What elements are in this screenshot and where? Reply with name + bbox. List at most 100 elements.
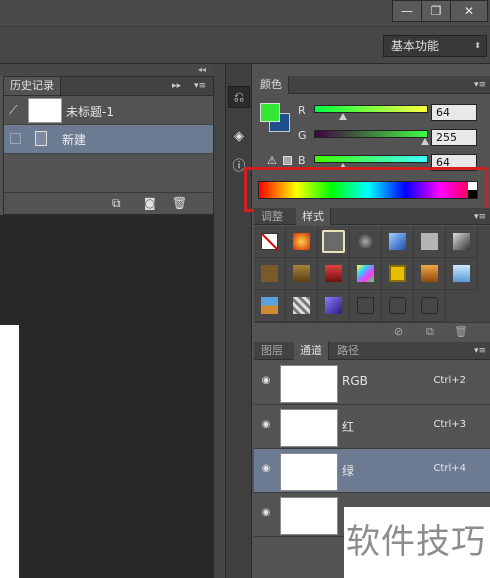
red-slider-thumb[interactable] xyxy=(339,113,347,120)
new-style-icon[interactable]: ⧉ xyxy=(426,325,434,339)
restore-button[interactable]: ❐ xyxy=(421,0,451,22)
eye-icon[interactable]: ◉ xyxy=(260,463,272,475)
workspace-select[interactable]: 基本功能 ⬍ xyxy=(383,35,487,57)
foreground-color-swatch[interactable] xyxy=(260,103,280,122)
minimize-button[interactable]: — xyxy=(392,0,422,22)
history-source-checkbox[interactable] xyxy=(10,133,21,144)
history-collapse-icon[interactable]: ▸▸ xyxy=(172,77,181,95)
tab-paths[interactable]: 路径 xyxy=(332,342,364,360)
channels-tab-row: 图层 通道 路径 ▾≡ xyxy=(254,342,490,360)
channel-row-rgb[interactable]: ◉ RGB Ctrl+2 xyxy=(254,361,490,405)
style-swatch[interactable] xyxy=(254,258,286,290)
style-swatch[interactable] xyxy=(382,290,414,322)
tab-styles[interactable]: 样式 xyxy=(296,208,331,225)
document-canvas-area[interactable] xyxy=(0,215,214,578)
eye-icon[interactable]: ◉ xyxy=(260,507,272,519)
channel-r-label: R xyxy=(298,104,306,117)
style-swatch[interactable] xyxy=(446,226,478,258)
panel-icon-strip: ⎌ ◈ ⓘ xyxy=(226,64,252,578)
style-swatch[interactable] xyxy=(318,290,350,322)
color-tab-row: 颜色 ▾≡ xyxy=(254,76,490,94)
channel-thumbnail xyxy=(280,453,338,491)
style-none[interactable] xyxy=(254,226,286,258)
channel-row-green[interactable]: ◉ 绿 Ctrl+4 xyxy=(254,449,490,493)
style-swatch[interactable] xyxy=(286,226,318,258)
document-canvas[interactable] xyxy=(0,325,19,578)
channel-thumbnail xyxy=(280,497,338,535)
red-value-input[interactable]: 64 xyxy=(431,104,477,121)
green-value-input[interactable]: 255 xyxy=(431,129,477,146)
new-document-from-state-icon[interactable]: ⧉ xyxy=(112,196,126,210)
history-state-row[interactable]: 新建 xyxy=(4,125,213,154)
history-snapshot-row[interactable]: ⟋ 未标题-1 xyxy=(4,96,213,125)
green-slider-thumb[interactable] xyxy=(421,138,429,145)
snapshot-thumbnail xyxy=(28,98,62,123)
style-swatch[interactable] xyxy=(286,258,318,290)
tab-layers[interactable]: 图层 xyxy=(256,342,288,360)
highlight-box xyxy=(244,167,488,212)
watermark-text: 软件技巧 xyxy=(346,522,486,562)
style-swatch[interactable] xyxy=(254,290,286,322)
styles-footer: ⊘ ⧉ 🗑 xyxy=(254,322,490,340)
trash-icon[interactable]: 🗑 xyxy=(454,325,468,338)
workspace-label: 基本功能 xyxy=(391,39,440,53)
eye-icon[interactable]: ◉ xyxy=(260,419,272,431)
trash-icon[interactable]: 🗑 xyxy=(172,196,187,210)
channel-row-red[interactable]: ◉ 红 Ctrl+3 xyxy=(254,405,490,449)
channel-name: 绿 xyxy=(342,464,355,478)
channel-name: RGB xyxy=(342,374,368,388)
history-brush-icon[interactable]: ⟋ xyxy=(9,103,23,117)
red-slider-track[interactable] xyxy=(314,105,428,113)
gamut-warning-icon[interactable]: ⚠ xyxy=(267,154,277,167)
channel-shortcut: Ctrl+2 xyxy=(433,375,466,386)
channel-thumbnail xyxy=(280,409,338,447)
styles-tab-row: 调整 样式 ▾≡ xyxy=(254,208,490,225)
style-swatch[interactable] xyxy=(350,258,382,290)
history-item-label: 未标题-1 xyxy=(66,105,114,119)
history-item-label: 新建 xyxy=(62,133,87,147)
channel-shortcut: Ctrl+3 xyxy=(433,419,466,430)
close-button[interactable]: ✕ xyxy=(450,0,488,22)
green-slider-track[interactable] xyxy=(314,130,428,138)
tab-channels[interactable]: 通道 xyxy=(294,342,329,360)
style-swatch[interactable] xyxy=(382,258,414,290)
style-swatch[interactable] xyxy=(446,258,478,290)
panel-menu-icon[interactable]: ▾≡ xyxy=(474,76,486,94)
panel-menu-icon[interactable]: ▾≡ xyxy=(474,342,486,360)
snapshot-camera-icon[interactable]: ◙ xyxy=(144,196,158,210)
document-icon xyxy=(35,131,47,146)
left-dock-header xyxy=(0,64,214,76)
history-tab-row: 历史记录 ▸▸ ▾≡ xyxy=(4,77,213,96)
styles-grid xyxy=(254,226,490,322)
style-swatch[interactable] xyxy=(318,258,350,290)
panel-menu-icon[interactable]: ▾≡ xyxy=(194,77,206,95)
style-swatch[interactable] xyxy=(414,290,446,322)
dock-separator[interactable] xyxy=(214,64,226,578)
style-swatch[interactable] xyxy=(350,290,382,322)
blue-slider-track[interactable] xyxy=(314,155,428,163)
collapse-left-icon[interactable]: ◂◂ xyxy=(198,64,214,76)
eye-icon[interactable]: ◉ xyxy=(260,375,272,387)
style-swatch[interactable] xyxy=(286,290,318,322)
style-swatch[interactable] xyxy=(318,226,350,258)
channel-name: 红 xyxy=(342,420,355,434)
tab-color[interactable]: 颜色 xyxy=(254,76,289,94)
style-swatch[interactable] xyxy=(414,226,446,258)
channel-b-label: B xyxy=(298,154,306,167)
clear-style-icon[interactable]: ⊘ xyxy=(394,325,403,338)
history-footer: ⧉ ◙ 🗑 xyxy=(4,192,213,214)
channel-thumbnail xyxy=(280,365,338,403)
history-panel: 历史记录 ▸▸ ▾≡ ⟋ 未标题-1 新建 ⧉ ◙ 🗑 xyxy=(3,76,214,215)
style-swatch[interactable] xyxy=(382,226,414,258)
chevron-updown-icon: ⬍ xyxy=(474,41,481,50)
style-swatch[interactable] xyxy=(414,258,446,290)
tab-history[interactable]: 历史记录 xyxy=(4,77,61,95)
style-swatch[interactable] xyxy=(350,226,382,258)
history-panel-icon[interactable]: ⎌ xyxy=(228,86,250,108)
panel-menu-icon[interactable]: ▾≡ xyxy=(474,208,486,226)
web-safe-swatch[interactable] xyxy=(283,156,292,165)
channel-shortcut: Ctrl+4 xyxy=(433,463,466,474)
3d-panel-icon[interactable]: ◈ xyxy=(228,126,250,148)
channel-g-label: G xyxy=(298,129,307,142)
tab-adjustments[interactable]: 调整 xyxy=(256,208,288,226)
